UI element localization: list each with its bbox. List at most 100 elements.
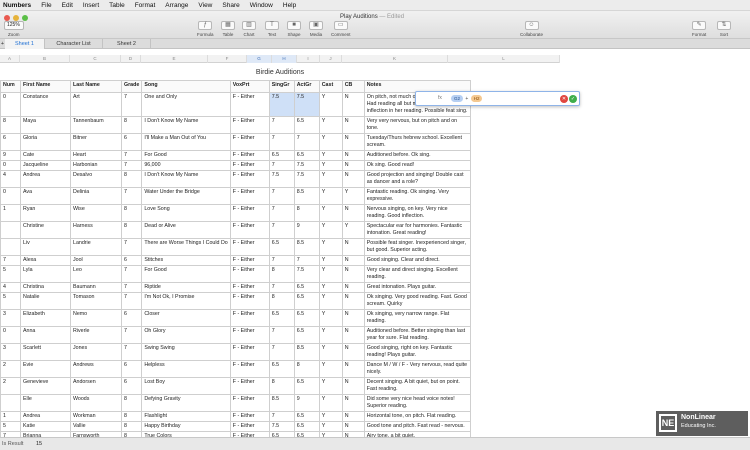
table-cell[interactable]: 0 xyxy=(0,92,21,117)
table-cell[interactable]: Y xyxy=(318,116,343,134)
table-cell[interactable]: Workman xyxy=(70,411,122,422)
table-cell[interactable]: 7.5 xyxy=(268,421,295,432)
table-cell[interactable]: 7 xyxy=(268,255,295,266)
table-cell[interactable]: Vallie xyxy=(70,421,122,432)
table-cell[interactable]: F - Either xyxy=(229,282,270,293)
table-cell[interactable]: Elle xyxy=(20,394,71,412)
table-cell[interactable]: Stitches xyxy=(141,255,231,266)
table-cell[interactable]: F - Either xyxy=(229,160,270,171)
table-cell[interactable]: 7 xyxy=(120,292,143,310)
table-cell[interactable]: Y xyxy=(318,221,343,239)
menu-item-view[interactable]: View xyxy=(198,2,212,9)
table-row[interactable]: 4 Christina Baumann 7 Riptide F - Either 7 6.5 Y… xyxy=(0,282,471,293)
table-cell[interactable]: 7 xyxy=(120,282,143,293)
table-cell[interactable]: Y xyxy=(318,343,343,361)
table-cell[interactable]: Lyla xyxy=(20,265,71,283)
column-letter-d[interactable]: D xyxy=(121,55,141,63)
tab-character-list[interactable]: Character List xyxy=(45,39,103,49)
accept-formula-button[interactable]: ✓ xyxy=(569,95,577,103)
table-cell[interactable]: F - Either xyxy=(229,221,270,239)
table-row[interactable]: 4 Andrea Desalvo 8 I Don't Know My Name F - E… xyxy=(0,170,471,188)
table-cell[interactable]: Y xyxy=(318,255,343,266)
table-row[interactable]: 1 Ryan Wise 8 Love Song F - Either 7 8 Y N Nervous… xyxy=(0,204,471,222)
table-cell[interactable]: Water Under the Bridge xyxy=(141,187,231,205)
table-cell[interactable]: 7 xyxy=(268,116,295,134)
table-cell[interactable]: Y xyxy=(318,326,343,344)
table-cell[interactable]: 6.5 xyxy=(293,282,320,293)
table-cell[interactable]: Jacqueline xyxy=(20,160,71,171)
table-cell[interactable]: 0 xyxy=(0,326,21,344)
table-cell[interactable]: 8.5 xyxy=(293,187,320,205)
table-cell[interactable]: N xyxy=(341,255,365,266)
table-row[interactable]: 2 Evie Andrews 6 Helpless F - Either 6.5 8 Y N Dan… xyxy=(0,360,471,378)
table-cell[interactable]: F - Either xyxy=(229,255,270,266)
menu-item-help[interactable]: Help xyxy=(283,2,296,9)
table-cell[interactable]: 6 xyxy=(120,377,143,395)
table-cell[interactable]: Natalie xyxy=(20,292,71,310)
table-cell[interactable]: Very very nervous, but on pitch and on t… xyxy=(363,116,471,134)
table-cell[interactable]: F - Either xyxy=(229,394,270,412)
table-cell[interactable]: 7 xyxy=(120,187,143,205)
table-cell[interactable]: 2 xyxy=(0,377,21,395)
table-cell[interactable]: Y xyxy=(318,170,343,188)
table-cell[interactable]: Ok sing. Good read! xyxy=(363,160,471,171)
table-cell[interactable]: N xyxy=(341,116,365,134)
table-cell[interactable]: Y xyxy=(318,187,343,205)
table-cell[interactable]: One and Only xyxy=(141,92,231,117)
table-cell[interactable]: N xyxy=(341,343,365,361)
table-cell[interactable]: Y xyxy=(318,150,343,161)
table-cell[interactable]: N xyxy=(341,394,365,412)
table-cell[interactable]: Tannenbaum xyxy=(70,116,122,134)
table-cell[interactable]: 7 xyxy=(120,92,143,117)
formula-button[interactable]: ƒ Formula xyxy=(197,21,214,37)
table-cell[interactable]: 6.5 xyxy=(293,292,320,310)
table-cell[interactable]: 8 xyxy=(120,411,143,422)
table-cell[interactable]: Good singing, right on key. Fantastic re… xyxy=(363,343,471,361)
table-row[interactable]: 7 Alexa Jool 6 Stitches F - Either 7 7 Y N Good si… xyxy=(0,255,471,266)
table-cell[interactable]: 6 xyxy=(120,360,143,378)
table-cell[interactable]: I Don't Know My Name xyxy=(141,116,231,134)
table-cell[interactable]: Y xyxy=(318,238,343,256)
table-cell[interactable]: 4 xyxy=(0,282,21,293)
table-row[interactable]: 5 Katie Vallie 8 Happy Birthday F - Either 7.5… xyxy=(0,421,471,432)
table-cell[interactable]: F - Either xyxy=(229,360,270,378)
menu-item-table[interactable]: Table xyxy=(109,2,125,9)
table-cell[interactable]: 7 xyxy=(120,265,143,283)
table-cell[interactable]: Nervous singing, on key. Very nice readi… xyxy=(363,204,471,222)
tab-sheet-1[interactable]: Sheet 1 xyxy=(5,39,45,49)
table-cell[interactable]: Good singing. Clear and direct. xyxy=(363,255,471,266)
table-row[interactable]: Christine Harness 8 Dead or Alive F - Either… xyxy=(0,221,471,239)
header-song[interactable]: Song xyxy=(141,80,231,93)
table-cell[interactable]: 0 xyxy=(0,160,21,171)
header-voxprt[interactable]: VoxPrt xyxy=(229,80,270,93)
table-cell[interactable]: N xyxy=(341,326,365,344)
table-cell[interactable]: Riverle xyxy=(70,326,122,344)
table-cell[interactable]: 8.5 xyxy=(293,238,320,256)
menu-item-numbers[interactable]: Numbers xyxy=(3,2,31,9)
table-cell[interactable]: 7 xyxy=(268,282,295,293)
table-cell[interactable]: F - Either xyxy=(229,265,270,283)
table-cell[interactable]: There are Worse Things I Could Do xyxy=(141,238,231,256)
table-cell[interactable]: Elizabeth xyxy=(20,309,71,327)
table-cell[interactable]: Baumann xyxy=(70,282,122,293)
column-letter-a[interactable]: A xyxy=(0,55,20,63)
table-cell[interactable]: Love Song xyxy=(141,204,231,222)
menu-item-window[interactable]: Window xyxy=(250,2,273,9)
table-cell[interactable]: Christine xyxy=(20,221,71,239)
table-cell[interactable] xyxy=(0,221,21,239)
table-cell[interactable]: 8 xyxy=(268,292,295,310)
table-cell[interactable]: 8 xyxy=(120,170,143,188)
table-cell[interactable]: Desalvo xyxy=(70,170,122,188)
table-cell[interactable]: 7.5 xyxy=(293,92,320,117)
formula-token-h2[interactable]: H2 xyxy=(470,95,483,102)
table-cell[interactable]: Harbonian xyxy=(70,160,122,171)
table-cell[interactable]: I Don't Know My Name xyxy=(141,170,231,188)
table-cell[interactable]: Helpless xyxy=(141,360,231,378)
table-cell[interactable]: Y xyxy=(318,133,343,151)
table-cell[interactable]: 6.5 xyxy=(268,150,295,161)
table-cell[interactable]: 7 xyxy=(268,326,295,344)
table-cell[interactable]: 7 xyxy=(268,187,295,205)
table-cell[interactable]: Andrea xyxy=(20,170,71,188)
table-cell[interactable]: Y xyxy=(318,394,343,412)
zoom-window-button[interactable] xyxy=(22,15,28,21)
